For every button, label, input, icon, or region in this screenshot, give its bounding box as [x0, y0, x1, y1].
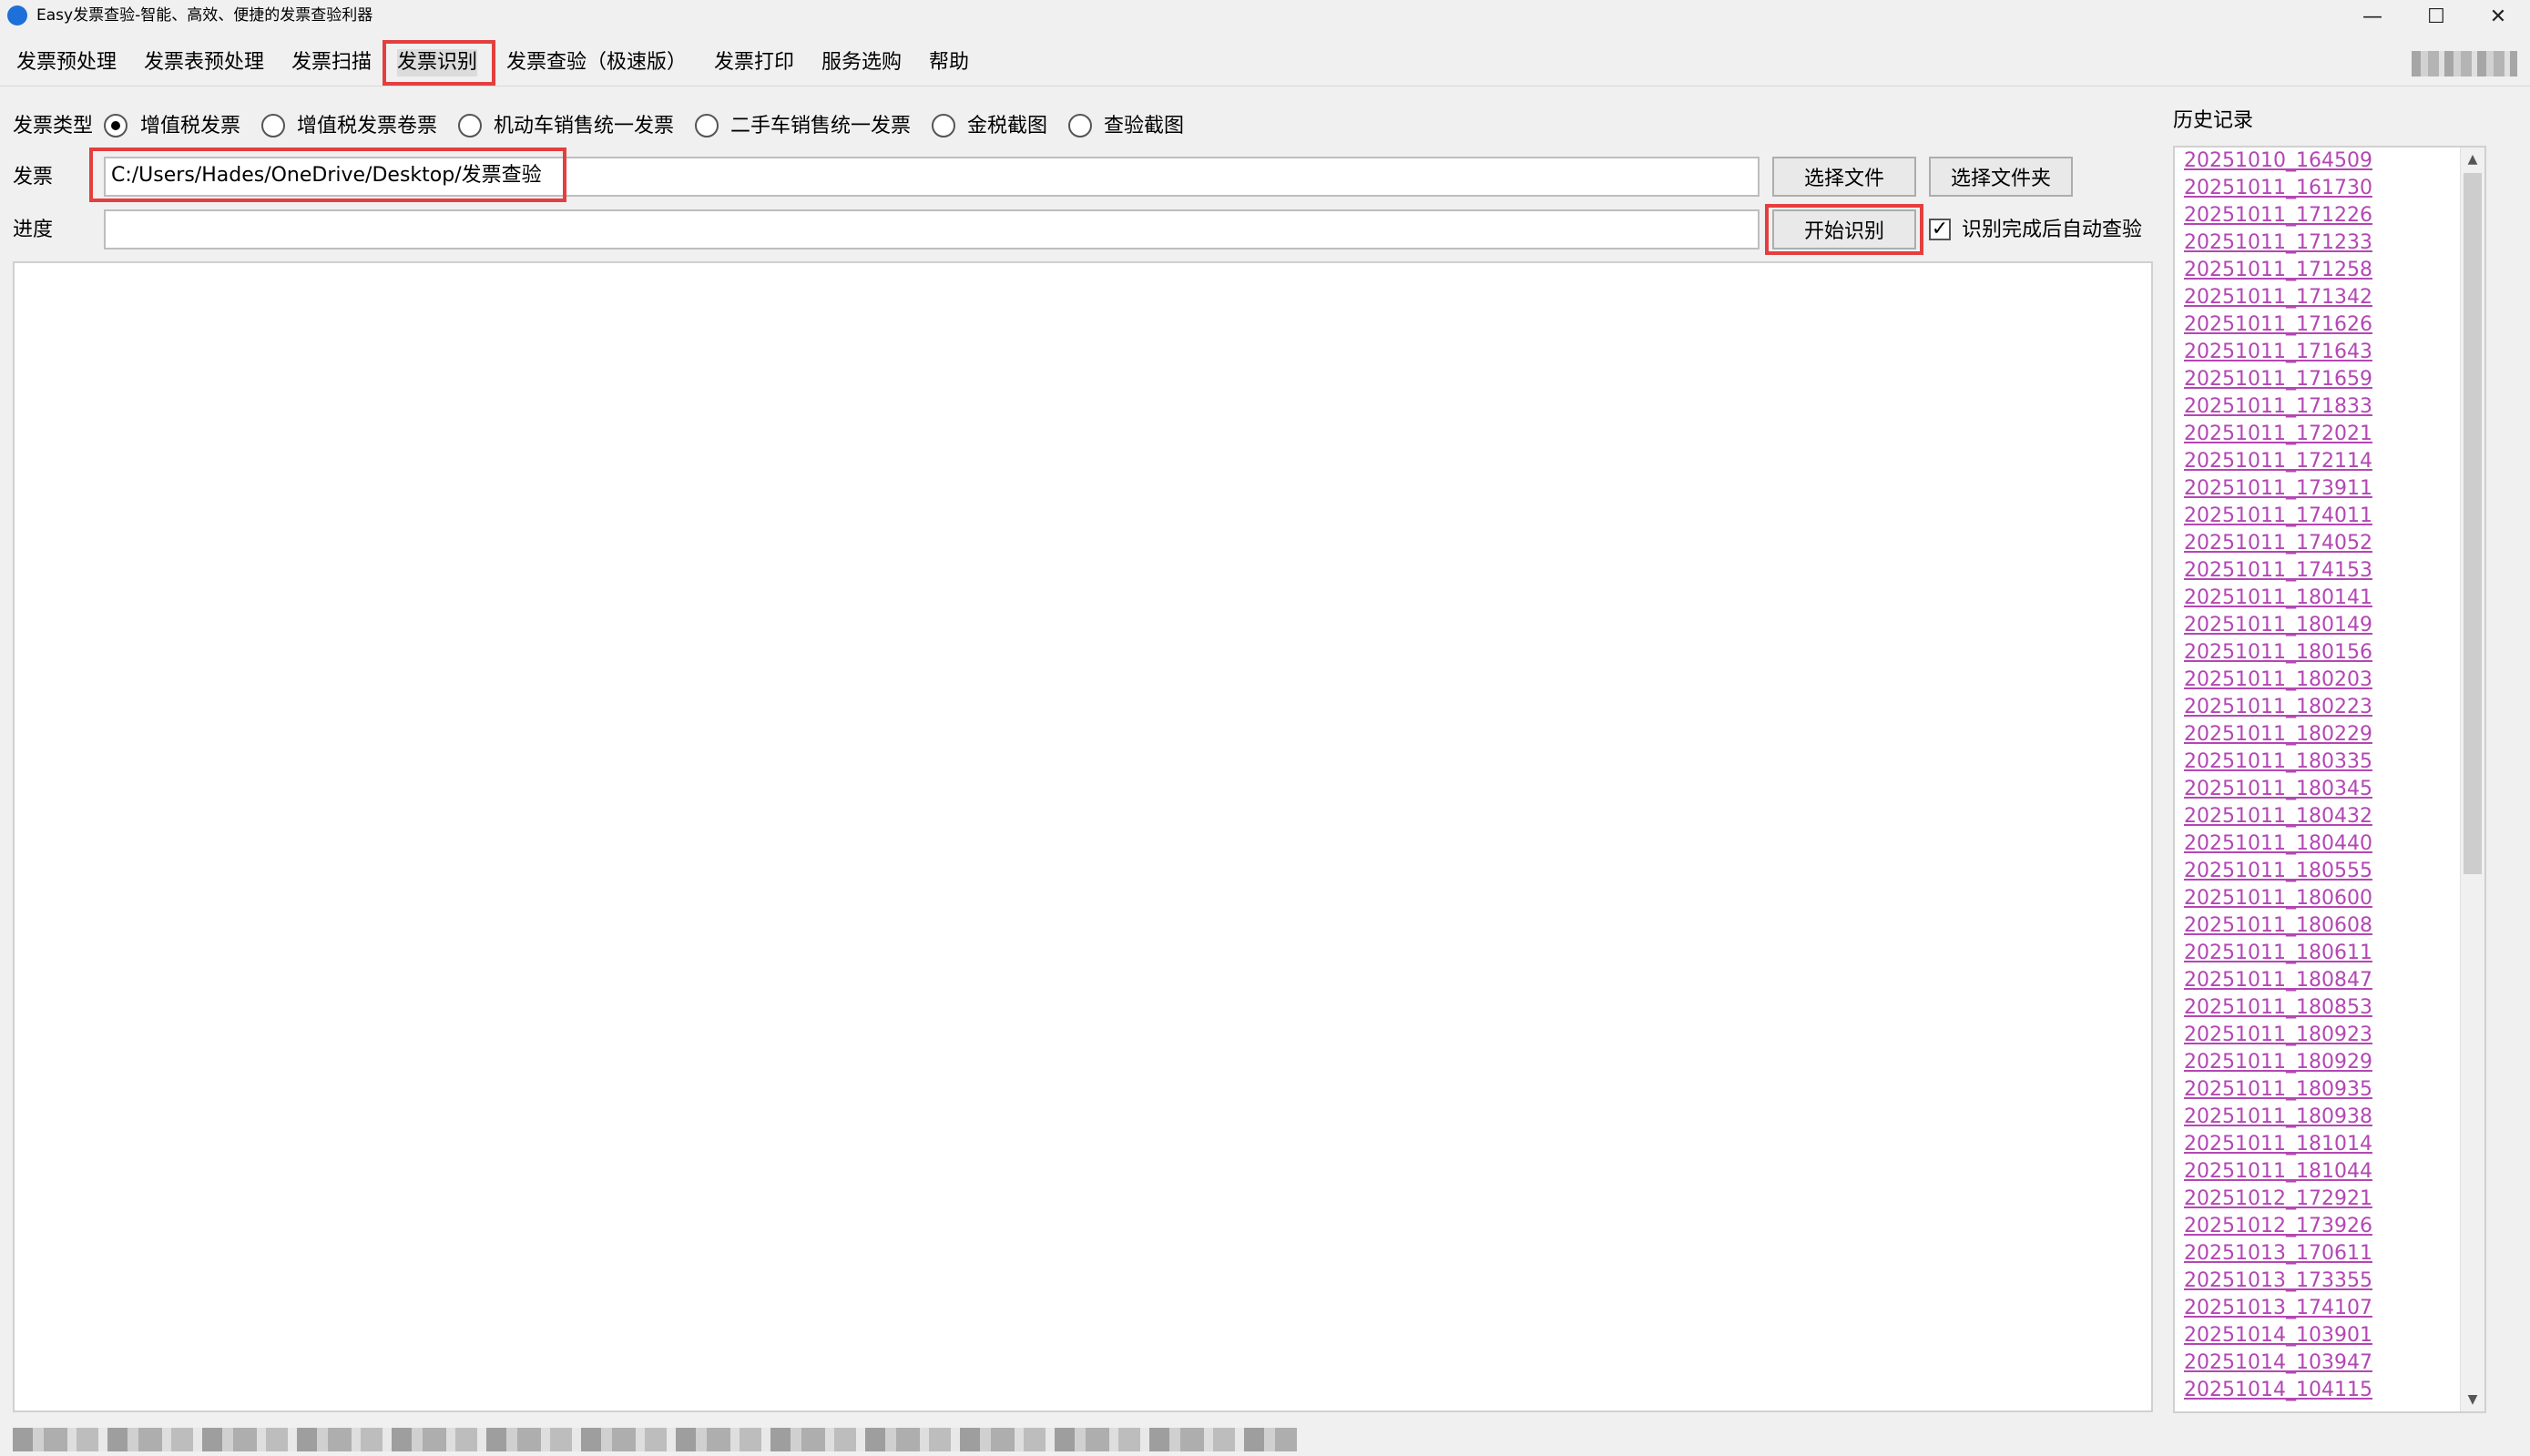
history-link[interactable]: 20251013_170611 [2184, 1240, 2457, 1268]
history-link[interactable]: 20251011_171626 [2184, 311, 2457, 339]
history-link[interactable]: 20251012_173926 [2184, 1213, 2457, 1240]
radio-label-golden-tax-screenshot: 金税截图 [967, 115, 1048, 137]
app-icon [7, 5, 27, 25]
history-link[interactable]: 20251011_171643 [2184, 339, 2457, 366]
history-title: 历史记录 [2173, 109, 2254, 132]
highlight-box-menu [383, 40, 495, 86]
radio-label-used-car-invoice: 二手车销售统一发票 [730, 115, 912, 137]
history-link[interactable]: 20251011_180611 [2184, 940, 2457, 967]
highlight-box-path [89, 148, 566, 202]
scroll-up-arrow-icon[interactable]: ▲ [2461, 148, 2484, 171]
history-link[interactable]: 20251011_161730 [2184, 175, 2457, 202]
history-link[interactable]: 20251011_172114 [2184, 448, 2457, 475]
invoice-type-label: 发票类型 [13, 115, 94, 137]
history-link[interactable]: 20251011_180223 [2184, 694, 2457, 721]
history-link[interactable]: 20251011_180203 [2184, 667, 2457, 694]
history-link[interactable]: 20251011_180923 [2184, 1022, 2457, 1049]
radio-vat-invoice[interactable] [104, 114, 128, 137]
history-link[interactable]: 20251013_174107 [2184, 1295, 2457, 1322]
window-title: Easy发票查验-智能、高效、便捷的发票查验利器 [36, 6, 373, 25]
recognition-log-area[interactable] [13, 261, 2153, 1412]
close-icon[interactable]: ✕ [2466, 0, 2530, 33]
history-link[interactable]: 20251011_180847 [2184, 967, 2457, 994]
history-link[interactable]: 20251010_164509 [2184, 148, 2457, 175]
radio-label-vat-roll-invoice: 增值税发票卷票 [297, 115, 438, 137]
scroll-down-arrow-icon[interactable]: ▼ [2461, 1388, 2484, 1411]
auto-verify-label: 识别完成后自动查验 [1962, 219, 2143, 241]
history-link[interactable]: 20251011_171833 [2184, 393, 2457, 421]
radio-label-vat-invoice: 增值税发票 [140, 115, 241, 137]
history-link[interactable]: 20251011_180440 [2184, 830, 2457, 858]
history-link[interactable]: 20251011_174153 [2184, 557, 2457, 585]
status-bar-blurred [13, 1428, 1297, 1451]
user-account-blurred[interactable] [2412, 51, 2517, 76]
history-link[interactable]: 20251011_173911 [2184, 475, 2457, 503]
history-scrollbar[interactable]: ▲ ▼ [2460, 148, 2484, 1411]
history-link[interactable]: 20251011_180149 [2184, 612, 2457, 639]
progress-bar [104, 209, 1760, 249]
radio-motor-vehicle-invoice[interactable] [458, 114, 482, 137]
history-link[interactable]: 20251011_180156 [2184, 639, 2457, 667]
menu-invoice-verify-fast[interactable]: 发票查验（极速版） [506, 49, 687, 76]
radio-golden-tax-screenshot[interactable] [932, 114, 955, 137]
history-link[interactable]: 20251011_180229 [2184, 721, 2457, 748]
history-link[interactable]: 20251011_180608 [2184, 912, 2457, 940]
history-link[interactable]: 20251014_104115 [2184, 1377, 2457, 1404]
menu-invoice-preprocess[interactable]: 发票预处理 [16, 49, 117, 76]
history-link[interactable]: 20251011_171233 [2184, 229, 2457, 257]
history-link[interactable]: 20251011_180432 [2184, 803, 2457, 830]
history-list: 20251010_164509 20251011_161730 20251011_1… [2184, 148, 2457, 1404]
menu-invoice-scan[interactable]: 发票扫描 [291, 49, 372, 76]
menu-help[interactable]: 帮助 [929, 49, 969, 76]
history-link[interactable]: 20251011_180345 [2184, 776, 2457, 803]
history-link[interactable]: 20251011_180935 [2184, 1076, 2457, 1104]
highlight-box-start [1765, 204, 1923, 255]
radio-label-motor-vehicle-invoice: 机动车销售统一发票 [494, 115, 675, 137]
radio-label-verify-screenshot: 查验截图 [1104, 115, 1185, 137]
history-link[interactable]: 20251011_181044 [2184, 1158, 2457, 1186]
title-bar: Easy发票查验-智能、高效、便捷的发票查验利器 — ☐ ✕ [0, 0, 2530, 33]
history-link[interactable]: 20251011_171226 [2184, 202, 2457, 229]
history-link[interactable]: 20251011_171342 [2184, 284, 2457, 311]
history-link[interactable]: 20251011_171258 [2184, 257, 2457, 284]
history-link[interactable]: 20251011_180929 [2184, 1049, 2457, 1076]
history-list-box[interactable]: 20251010_164509 20251011_161730 20251011_1… [2173, 146, 2486, 1413]
history-link[interactable]: 20251011_180938 [2184, 1104, 2457, 1131]
menu-bar: 发票预处理 发票表预处理 发票扫描 发票识别 发票查验（极速版） 发票打印 服务… [0, 40, 2530, 87]
history-link[interactable]: 20251011_180600 [2184, 885, 2457, 912]
menu-divider [0, 86, 2530, 87]
history-link[interactable]: 20251014_103947 [2184, 1349, 2457, 1377]
radio-vat-roll-invoice[interactable] [261, 114, 285, 137]
history-link[interactable]: 20251011_180141 [2184, 585, 2457, 612]
select-folder-button[interactable]: 选择文件夹 [1929, 157, 2073, 197]
select-file-button[interactable]: 选择文件 [1772, 157, 1916, 197]
maximize-icon[interactable]: ☐ [2404, 0, 2468, 33]
radio-verify-screenshot[interactable] [1068, 114, 1092, 137]
history-link[interactable]: 20251011_172021 [2184, 421, 2457, 448]
history-link[interactable]: 20251011_181014 [2184, 1131, 2457, 1158]
menu-service-purchase[interactable]: 服务选购 [821, 49, 902, 76]
scroll-thumb[interactable] [2464, 173, 2482, 874]
menu-invoice-table-preprocess[interactable]: 发票表预处理 [144, 49, 264, 76]
history-link[interactable]: 20251011_180555 [2184, 858, 2457, 885]
history-link[interactable]: 20251014_103901 [2184, 1322, 2457, 1349]
progress-label: 进度 [13, 219, 54, 241]
minimize-icon[interactable]: — [2341, 0, 2404, 33]
history-link[interactable]: 20251011_180853 [2184, 994, 2457, 1022]
history-link[interactable]: 20251011_174011 [2184, 503, 2457, 530]
history-link[interactable]: 20251011_171659 [2184, 366, 2457, 393]
invoice-label: 发票 [13, 166, 54, 188]
history-link[interactable]: 20251011_180335 [2184, 748, 2457, 776]
history-link[interactable]: 20251013_173355 [2184, 1268, 2457, 1295]
radio-used-car-invoice[interactable] [695, 114, 719, 137]
menu-invoice-print[interactable]: 发票打印 [714, 49, 794, 76]
auto-verify-checkbox[interactable]: ✓ [1929, 219, 1951, 240]
history-link[interactable]: 20251012_172921 [2184, 1186, 2457, 1213]
history-link[interactable]: 20251011_174052 [2184, 530, 2457, 557]
